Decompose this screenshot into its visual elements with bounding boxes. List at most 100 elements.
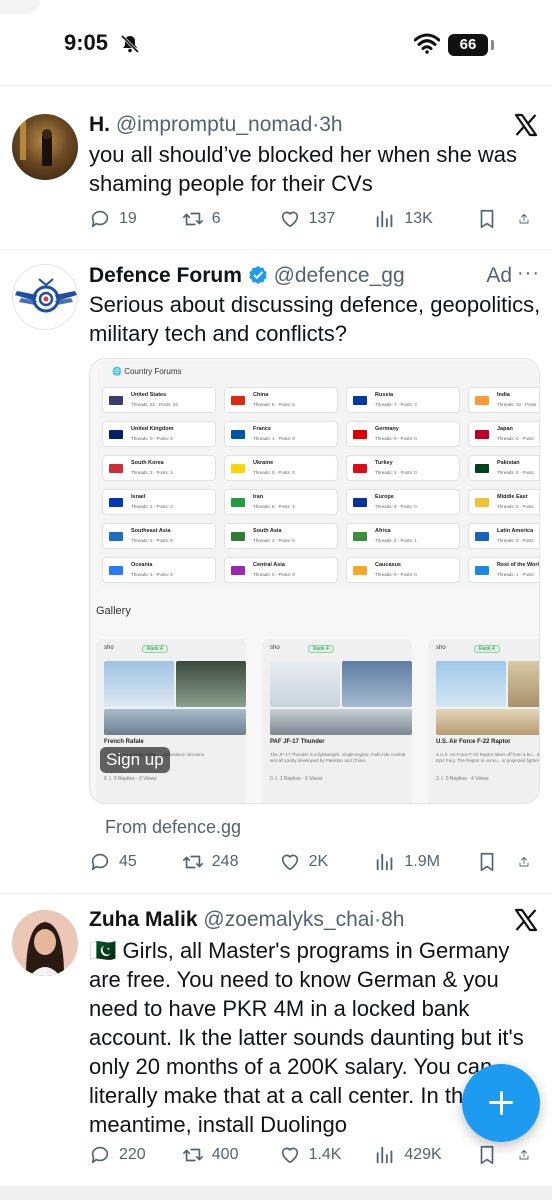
country-forum-tile[interactable]: Southeast Asia Threads: 5 · Posts: 0 bbox=[102, 523, 216, 549]
gallery-card[interactable]: sho Rank 4 French Rafale ...ting an supe… bbox=[96, 639, 246, 803]
action-bar: 45 248 2K 1.9M bbox=[89, 847, 538, 877]
like-button[interactable]: 137 bbox=[279, 208, 375, 230]
aircraft-photo bbox=[104, 661, 174, 707]
country-forum-tile[interactable]: Germany Threads: 0 · Posts: 0 bbox=[346, 421, 460, 447]
bookmark-icon bbox=[480, 209, 494, 229]
country-forum-tile[interactable]: France Threads: 1 · Posts: 0 bbox=[224, 421, 338, 447]
flag-icon bbox=[353, 566, 367, 575]
gallery-card[interactable]: sho Rank 4 U.S. Air Force F-22 Raptor A … bbox=[428, 639, 540, 803]
gallery-card-stats: 0 ⇩ 0 Replies · 0 Views bbox=[104, 776, 157, 782]
country-forum-tile[interactable]: Africa Threads: 2 · Posts: 1 bbox=[346, 523, 460, 549]
share-icon bbox=[519, 1150, 529, 1160]
share-icon bbox=[519, 214, 529, 224]
country-name: France bbox=[253, 426, 272, 432]
x-logo-icon[interactable] bbox=[514, 908, 538, 932]
country-forum-tile[interactable]: China Threads: 6 · Posts: 5 bbox=[224, 387, 338, 413]
country-name: United Kingdom bbox=[131, 426, 174, 432]
retweet-button[interactable]: 400 bbox=[182, 1144, 279, 1166]
user-handle[interactable]: @impromptu_nomad bbox=[116, 113, 312, 136]
country-forum-tile[interactable]: Europe Threads: 0 · Posts: 0 bbox=[346, 489, 460, 515]
country-forum-tile[interactable]: Latin America Threads: 0 · Posts bbox=[468, 523, 539, 549]
country-name: United States bbox=[131, 392, 167, 398]
top-left-decoration bbox=[0, 0, 40, 14]
flag-icon bbox=[109, 464, 123, 473]
country-stats: Threads: 0 · Posts bbox=[497, 538, 534, 543]
country-stats: Threads: 2 · Posts: 1 bbox=[375, 538, 417, 543]
country-forum-tile[interactable]: Japan Threads: 0 · Posts bbox=[468, 421, 539, 447]
retweet-button[interactable]: 6 bbox=[182, 208, 279, 230]
views-button[interactable]: 429K bbox=[374, 1144, 476, 1166]
display-name[interactable]: Defence Forum bbox=[89, 264, 242, 287]
country-forum-tile[interactable]: Ukraine Threads: 0 · Posts: 0 bbox=[224, 455, 338, 481]
reply-button[interactable]: 45 bbox=[89, 851, 182, 873]
bookmark-button[interactable] bbox=[476, 851, 518, 873]
gallery-card-stats: 3 ⇩ 0 Replies · 4 Views bbox=[436, 776, 489, 782]
country-name: Europe bbox=[375, 494, 394, 500]
view-count: 13K bbox=[404, 210, 433, 227]
gallery-card-desc: A U.S. Air Force F-22 Raptor takes off f… bbox=[436, 752, 540, 763]
tweet[interactable]: Zuha Malik @zoemalyks_chai·8h 🇵🇰 Girls, … bbox=[0, 894, 552, 1190]
display-name[interactable]: Zuha Malik bbox=[89, 908, 198, 931]
country-stats: Threads: 1 · Posts: 0 bbox=[131, 572, 173, 577]
country-forum-tile[interactable]: United Kingdom Threads: 0 · Posts: 0 bbox=[102, 421, 216, 447]
share-button[interactable] bbox=[518, 208, 538, 230]
country-name: Ukraine bbox=[253, 460, 274, 466]
like-button[interactable]: 1.4K bbox=[279, 1144, 375, 1166]
country-forums-title: 🌐 Country Forums bbox=[112, 367, 182, 376]
share-button[interactable] bbox=[518, 1144, 538, 1166]
ad-source-link[interactable]: From defence.gg bbox=[105, 817, 241, 838]
flag-icon bbox=[231, 566, 245, 575]
country-name: Turkey bbox=[375, 460, 393, 466]
country-forum-tile[interactable]: Pakistan Threads: 0 · Posts bbox=[468, 455, 539, 481]
flag-icon bbox=[231, 498, 245, 507]
country-forum-tile[interactable]: South Asia Threads: 2 · Posts: 0 bbox=[224, 523, 338, 549]
tweet[interactable]: H. @impromptu_nomad·3h you all should’ve… bbox=[0, 86, 552, 250]
like-button[interactable]: 2K bbox=[279, 851, 375, 873]
country-forum-tile[interactable]: Russia Threads: 7 · Posts: 3 bbox=[346, 387, 460, 413]
user-handle[interactable]: @defence_gg bbox=[274, 264, 405, 287]
avatar[interactable] bbox=[12, 114, 78, 180]
reply-button[interactable]: 220 bbox=[89, 1144, 182, 1166]
timestamp[interactable]: 8h bbox=[381, 908, 404, 931]
country-stats: Threads: 0 · Posts: 0 bbox=[131, 436, 173, 441]
country-name: Rest of the World bbox=[497, 562, 540, 568]
country-forum-tile[interactable]: Central Asia Threads: 0 · Posts: 0 bbox=[224, 557, 338, 583]
x-logo-icon[interactable] bbox=[514, 113, 538, 137]
country-forum-tile[interactable]: Israel Threads: 3 · Posts: 3 bbox=[102, 489, 216, 515]
share-button[interactable] bbox=[518, 851, 538, 873]
compose-post-button[interactable] bbox=[462, 1064, 540, 1142]
flag-icon bbox=[475, 430, 489, 439]
flag-icon bbox=[109, 498, 123, 507]
display-name[interactable]: H. bbox=[89, 113, 110, 136]
gallery-card[interactable]: sho Rank 4 PAF JF-17 Thunder The JF-17 T… bbox=[262, 639, 412, 803]
avatar[interactable] bbox=[12, 264, 78, 330]
country-forum-tile[interactable]: Caucasus Threads: 0 · Posts: 0 bbox=[346, 557, 460, 583]
tweet-text: you all should’ve blocked her when she w… bbox=[89, 142, 518, 196]
reply-button[interactable]: 19 bbox=[89, 208, 182, 230]
avatar[interactable] bbox=[12, 910, 78, 976]
timestamp[interactable]: 3h bbox=[319, 113, 342, 136]
retweet-icon bbox=[182, 855, 203, 869]
country-stats: Threads: 1 · Posts bbox=[497, 572, 534, 577]
bookmark-button[interactable] bbox=[476, 208, 518, 230]
retweet-button[interactable]: 248 bbox=[182, 851, 279, 873]
sign-up-button[interactable]: Sign up bbox=[100, 747, 170, 773]
country-forum-tile[interactable]: Oceania Threads: 1 · Posts: 0 bbox=[102, 557, 216, 583]
gallery-card-title: U.S. Air Force F-22 Raptor bbox=[436, 739, 511, 745]
country-forum-tile[interactable]: Turkey Threads: 1 · Posts: 0 bbox=[346, 455, 460, 481]
country-forum-tile[interactable]: Middle East Threads: 0 · Posts bbox=[468, 489, 539, 515]
country-forum-tile[interactable]: India Threads: 32 · Posts bbox=[468, 387, 539, 413]
country-stats: Threads: 1 · Posts: 0 bbox=[253, 436, 295, 441]
views-button[interactable]: 13K bbox=[374, 208, 476, 230]
country-forum-tile[interactable]: Rest of the World Threads: 1 · Posts bbox=[468, 557, 540, 583]
country-forum-tile[interactable]: Iran Threads: 8 · Posts: 1 bbox=[224, 489, 338, 515]
country-name: Iran bbox=[253, 494, 264, 500]
ad-media-card[interactable]: 🌐 Country Forums United States Threads: 2… bbox=[89, 358, 540, 804]
more-options-icon[interactable]: ··· bbox=[517, 262, 540, 285]
country-forum-tile[interactable]: South Korea Threads: 2 · Posts: 1 bbox=[102, 455, 216, 481]
country-stats: Threads: 0 · Posts bbox=[497, 436, 534, 441]
views-button[interactable]: 1.9M bbox=[374, 851, 476, 873]
user-handle[interactable]: @zoemalyks_chai bbox=[203, 908, 374, 931]
country-forum-tile[interactable]: United States Threads: 22 · Posts: 34 bbox=[102, 387, 216, 413]
bookmark-button[interactable] bbox=[476, 1144, 518, 1166]
